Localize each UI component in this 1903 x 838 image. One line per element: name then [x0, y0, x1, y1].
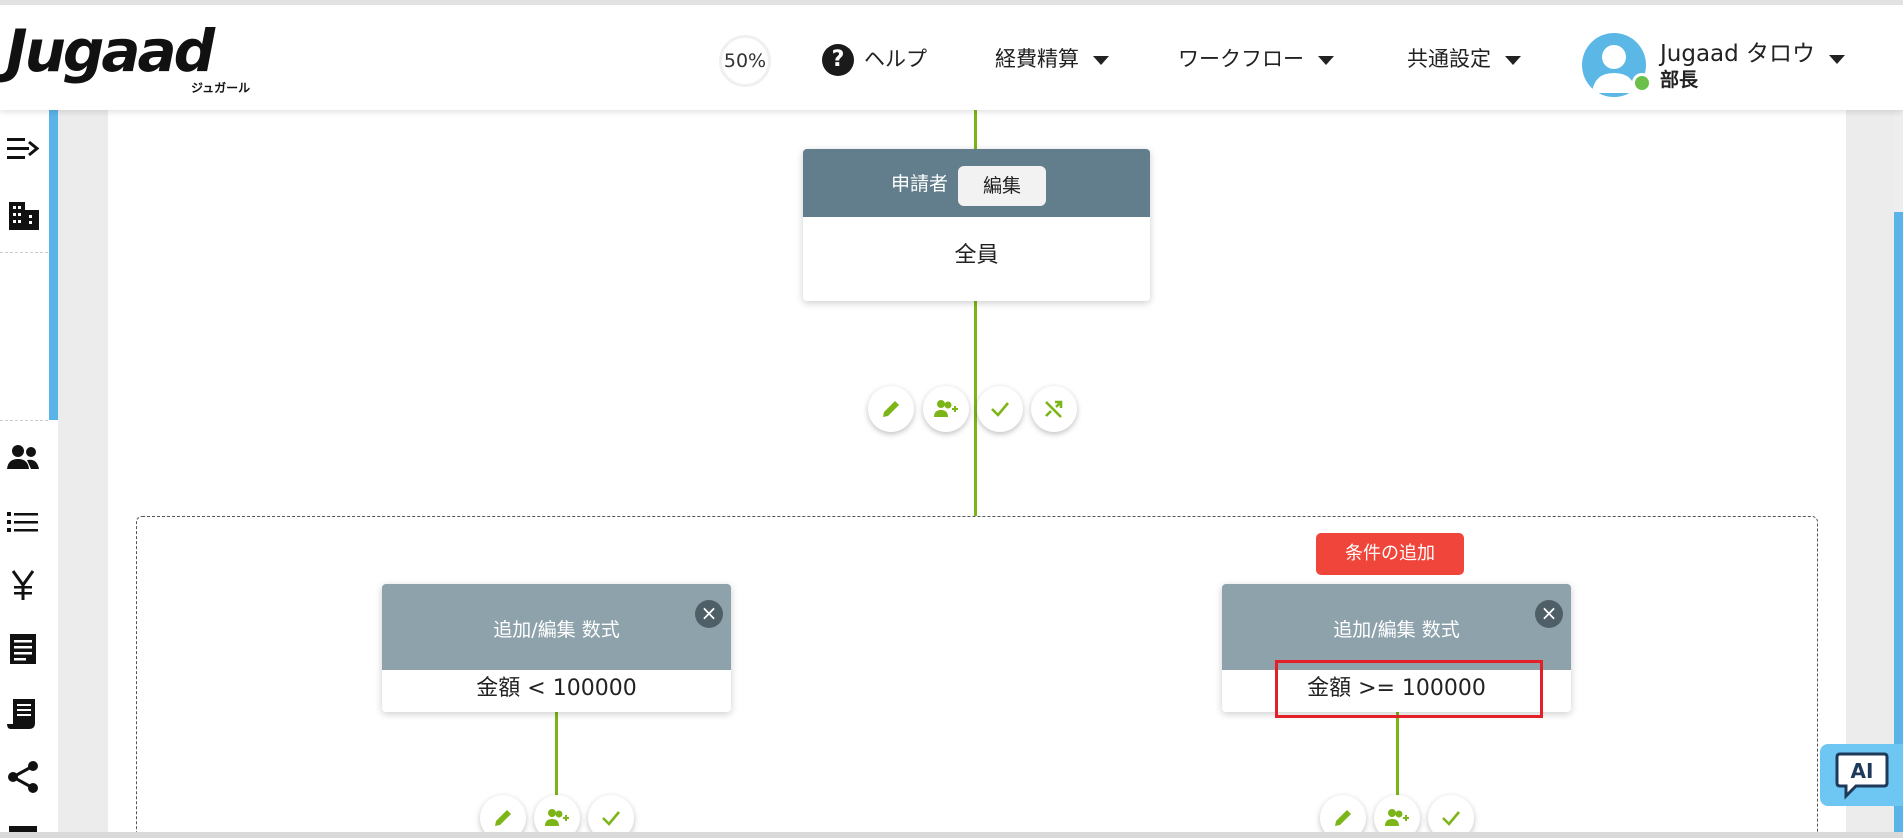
- condition-node-header: 追加/編集 数式 ×: [1222, 584, 1571, 670]
- help-icon: ?: [822, 44, 854, 76]
- invoice-icon[interactable]: [5, 697, 41, 731]
- list-icon[interactable]: [5, 505, 41, 539]
- chevron-down-icon: [1505, 55, 1521, 65]
- users-icon[interactable]: [5, 441, 41, 475]
- applicant-node-header: 申請者 編集: [803, 149, 1150, 217]
- menu-common-settings-label: 共通設定: [1407, 47, 1491, 71]
- add-user-icon: [1385, 809, 1409, 826]
- flow-connector: [974, 110, 977, 150]
- check-icon: [991, 402, 1009, 417]
- user-name[interactable]: Jugaad タロウ: [1660, 34, 1815, 68]
- sidebar-divider: [0, 252, 48, 253]
- pencil-icon: [495, 810, 511, 826]
- condition-node[interactable]: 追加/編集 数式 × 金額 < 100000: [382, 584, 731, 712]
- online-status-dot: [1632, 73, 1652, 93]
- close-icon[interactable]: ×: [1535, 600, 1563, 628]
- yen-icon[interactable]: [5, 568, 41, 602]
- share-icon[interactable]: [5, 760, 41, 794]
- branch-action-button[interactable]: [1031, 386, 1077, 432]
- edit-action-button[interactable]: [868, 386, 914, 432]
- approve-action-button[interactable]: [977, 386, 1023, 432]
- menu-common-settings[interactable]: 共通設定: [1407, 41, 1521, 77]
- check-icon: [602, 811, 620, 826]
- check-icon: [1442, 811, 1460, 826]
- menu-expense-label: 経費精算: [995, 47, 1079, 71]
- menu-expense[interactable]: 経費精算: [995, 41, 1109, 77]
- applicant-node[interactable]: 申請者 編集 全員: [803, 149, 1150, 301]
- zoom-indicator[interactable]: 50%: [719, 35, 771, 87]
- condition-title: 追加/編集 数式: [1333, 619, 1460, 641]
- building-icon[interactable]: [5, 198, 41, 232]
- help-link[interactable]: ? ヘルプ: [822, 41, 927, 77]
- jugaad-logo[interactable]: Jugaad ジュガール: [6, 19, 256, 99]
- bottom-bar: [0, 832, 1903, 838]
- applicant-value: 全員: [954, 243, 999, 268]
- svg-text:AI: AI: [1850, 759, 1873, 783]
- pencil-icon: [883, 401, 899, 417]
- add-condition-button[interactable]: 条件の追加: [1316, 533, 1464, 575]
- receipt-icon[interactable]: [5, 632, 41, 666]
- menu-workflow-label: ワークフロー: [1178, 47, 1304, 71]
- sidebar-accent: [49, 110, 58, 420]
- ai-chat-icon: AI: [1835, 752, 1888, 800]
- help-label: ヘルプ: [864, 47, 927, 71]
- menu-workflow[interactable]: ワークフロー: [1178, 41, 1334, 77]
- scrollbar-thumb[interactable]: [1894, 212, 1903, 832]
- top-navigation-bar: Jugaad ジュガール 50% ? ヘルプ 経費精算 ワークフロー 共通設定 J…: [0, 0, 1903, 110]
- shuffle-icon: [1045, 400, 1063, 418]
- pencil-icon: [1335, 810, 1351, 826]
- ai-assistant-button[interactable]: AI: [1820, 744, 1903, 806]
- user-role: 部長: [1660, 69, 1699, 91]
- condition-formula: 金額 < 100000: [476, 676, 637, 701]
- logo-subtitle: ジュガール: [191, 81, 251, 95]
- condition-node-header: 追加/編集 数式 ×: [382, 584, 731, 670]
- user-menu-chevron-icon[interactable]: [1829, 55, 1845, 64]
- add-user-icon: [934, 400, 958, 417]
- chevron-down-icon: [1093, 55, 1109, 65]
- applicant-title: 申請者: [891, 173, 949, 195]
- sidebar-divider: [0, 420, 48, 421]
- formula-highlight-box: [1275, 660, 1543, 718]
- close-icon[interactable]: ×: [695, 600, 723, 628]
- logo-wordmark: Jugaad: [6, 17, 215, 85]
- edit-button[interactable]: 編集: [958, 166, 1046, 206]
- chevron-down-icon: [1318, 55, 1334, 65]
- add-user-icon: [545, 809, 569, 826]
- menu-expand-icon[interactable]: [5, 132, 41, 166]
- add-approver-button[interactable]: [923, 386, 969, 432]
- condition-title: 追加/編集 数式: [493, 619, 620, 641]
